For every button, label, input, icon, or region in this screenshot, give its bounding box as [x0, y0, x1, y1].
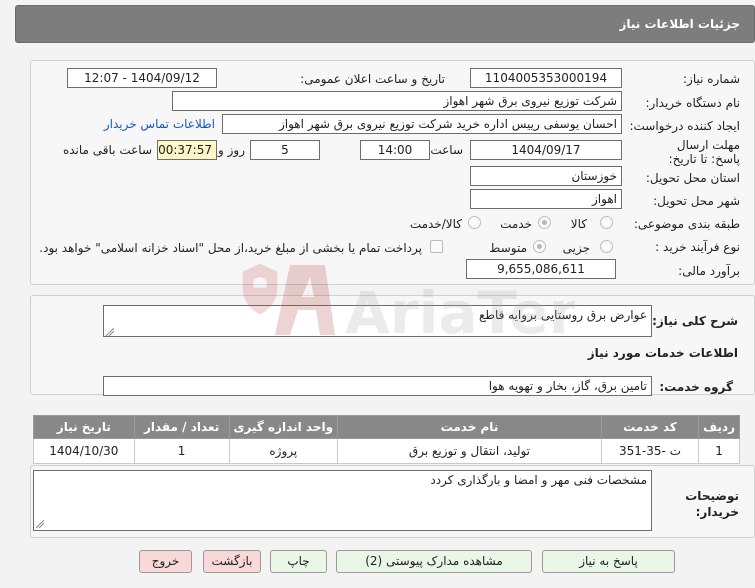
page-header: جزئیات اطلاعات نیاز — [15, 5, 755, 43]
cell-service-code: ت -35-351 — [600, 438, 700, 464]
cell-service-name: تولید، انتقال و توزیع برق — [337, 438, 602, 464]
deadline-time-field: 14:00 — [360, 140, 430, 160]
table-header-row: ردیف کد خدمت نام خدمت واحد اندازه گیری ت… — [33, 415, 740, 439]
process-label: نوع فرآیند خرید : — [655, 240, 740, 254]
cell-unit: پروژه — [228, 438, 339, 464]
services-table: ردیف کد خدمت نام خدمت واحد اندازه گیری ت… — [33, 415, 740, 464]
category-radio-goods-service[interactable] — [468, 216, 481, 229]
buyer-contact-link[interactable]: اطلاعات تماس خریدار — [104, 117, 215, 131]
days-field: 5 — [250, 140, 320, 160]
col-unit: واحد اندازه گیری — [228, 415, 339, 439]
announce-date-label: تاریخ و ساعت اعلان عمومی: — [300, 72, 445, 86]
payment-checkbox[interactable] — [430, 240, 443, 253]
deadline-label: مهلت ارسال پاسخ: تا تاریخ: — [668, 138, 740, 166]
print-button[interactable]: چاپ — [270, 550, 327, 573]
category-option-service: خدمت — [500, 217, 532, 231]
page-title: جزئیات اطلاعات نیاز — [619, 17, 740, 31]
attachments-button[interactable]: مشاهده مدارک پیوستی (2) — [336, 550, 532, 573]
table-row: 1 ت -35-351 تولید، انتقال و توزیع برق پر… — [33, 438, 740, 464]
remaining-time-field: 00:37:57 — [157, 140, 217, 160]
creator-field: احسان یوسفی رییس اداره خرید شرکت توزیع ن… — [222, 114, 622, 134]
need-number-field: 1104005353000194 — [470, 68, 622, 88]
process-option-minor: جزیی — [562, 241, 590, 255]
description-label: شرح کلی نیاز: — [652, 314, 738, 328]
back-button[interactable]: بازگشت — [203, 550, 261, 573]
resize-handle-icon[interactable] — [106, 328, 114, 336]
services-section-title: اطلاعات خدمات مورد نیاز — [587, 346, 738, 360]
province-label: استان محل تحویل: — [645, 171, 740, 185]
buyer-notes-label: توضیحات خریدار: — [685, 489, 739, 519]
budget-label: برآورد مالی: — [678, 264, 740, 278]
days-label: روز و — [218, 143, 245, 157]
creator-label: ایجاد کننده درخواست: — [629, 119, 740, 133]
watermark-text: AriaTender.neT — [345, 279, 575, 347]
payment-note: پرداخت تمام یا بخشی از مبلغ خرید،از محل … — [39, 241, 422, 255]
cell-need-date: 1404/10/30 — [33, 438, 135, 464]
col-need-date: تاریخ نیاز — [33, 415, 135, 439]
reply-button[interactable]: پاسخ به نیاز — [542, 550, 675, 573]
process-radio-minor[interactable] — [600, 240, 613, 253]
city-label: شهر محل تحویل: — [653, 194, 740, 208]
col-service-code: کد خدمت — [600, 415, 700, 439]
category-radio-service[interactable] — [538, 216, 551, 229]
need-number-label: شماره نیاز: — [683, 72, 740, 86]
cell-row-number: 1 — [698, 438, 740, 464]
col-service-name: نام خدمت — [337, 415, 602, 439]
process-option-medium: متوسط — [489, 241, 527, 255]
announce-date-field: 1404/09/12 - 12:07 — [67, 68, 217, 88]
resize-handle-icon[interactable] — [36, 520, 44, 528]
watermark-shield-icon — [242, 263, 278, 315]
category-option-goods: کالا — [570, 217, 587, 231]
ariatender-watermark: AriaTender.neT — [275, 265, 575, 347]
city-field: اهواز — [470, 189, 622, 209]
category-option-goods-service: کالا/خدمت — [409, 217, 462, 231]
service-group-field: تامین برق، گاز، بخار و تهویه هوا — [103, 376, 652, 396]
process-radio-medium[interactable] — [533, 240, 546, 253]
buyer-org-field: شرکت توزیع نیروی برق شهر اهواز — [172, 91, 622, 111]
province-field: خوزستان — [470, 166, 622, 186]
deadline-date-field: 1404/09/17 — [470, 140, 622, 160]
service-group-label: گروه خدمت: — [659, 380, 733, 394]
buyer-notes-textarea[interactable]: مشخصات فنی مهر و امضا و بارگذاری کردد — [33, 470, 652, 531]
col-row-number: ردیف — [698, 415, 740, 439]
exit-button[interactable]: خروج — [139, 550, 192, 573]
col-quantity: تعداد / مقدار — [133, 415, 230, 439]
deadline-time-label: ساعت — [430, 143, 463, 157]
buyer-org-label: نام دستگاه خریدار: — [645, 96, 741, 110]
category-radio-goods[interactable] — [600, 216, 613, 229]
cell-quantity: 1 — [133, 438, 230, 464]
category-label: طبقه بندی موضوعی: — [633, 217, 740, 231]
remaining-time-label: ساعت باقی مانده — [62, 143, 152, 157]
